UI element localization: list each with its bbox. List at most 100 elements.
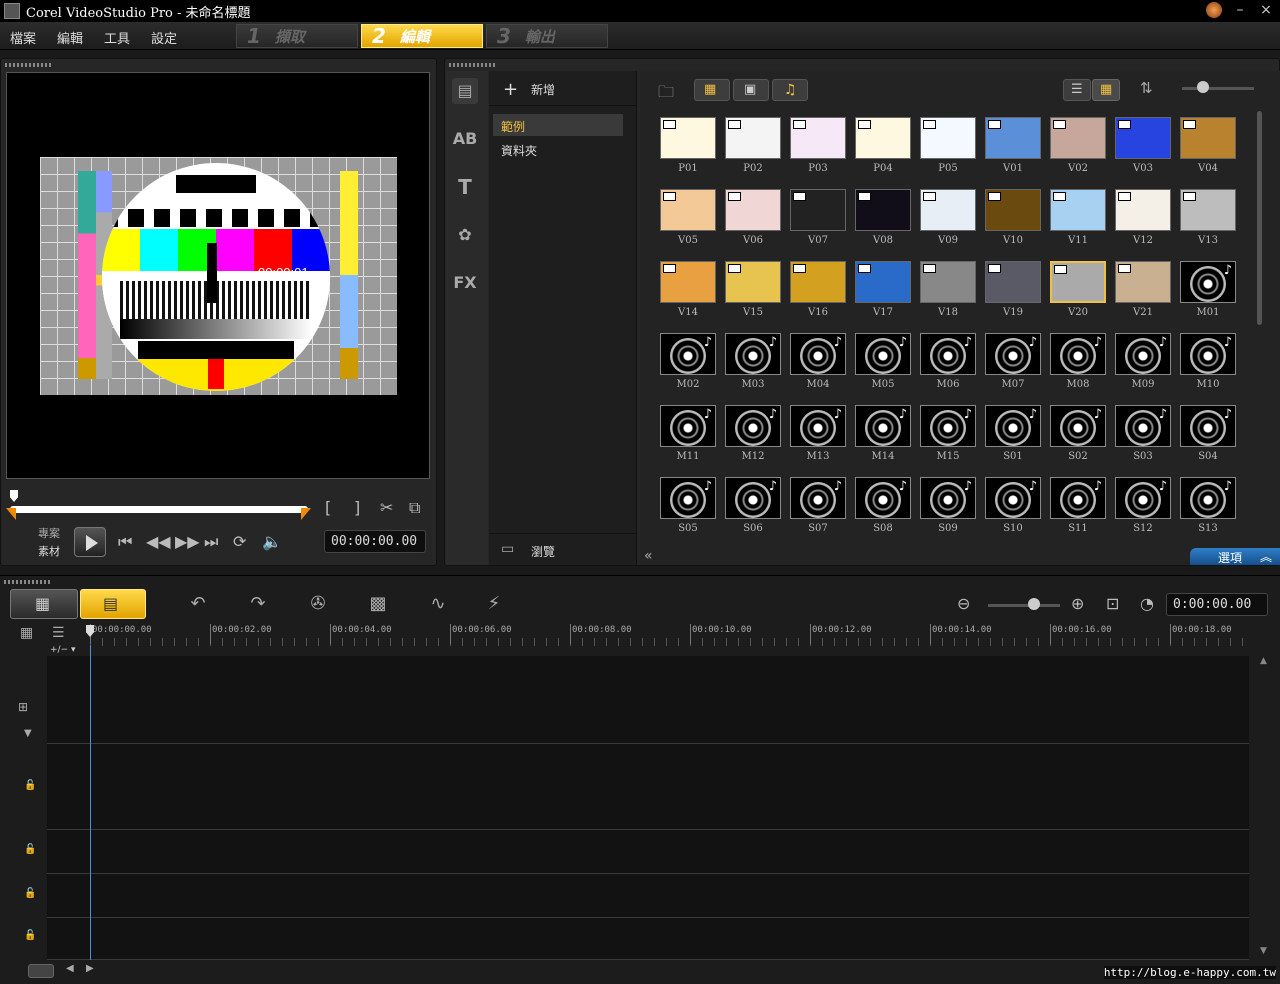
- voice-track[interactable]: [47, 874, 1249, 918]
- sort-icon[interactable]: ⇅: [1140, 79, 1153, 97]
- zoom-out-icon[interactable]: ⊖: [957, 594, 970, 613]
- lock-icon[interactable]: 🔓: [24, 888, 36, 899]
- home-icon[interactable]: ⏮: [118, 532, 132, 552]
- library-thumbnail[interactable]: [725, 117, 781, 159]
- menu-file[interactable]: 檔案: [10, 28, 36, 47]
- library-thumbnail[interactable]: ♪: [725, 405, 781, 447]
- lock-icon[interactable]: 🔓: [24, 930, 36, 941]
- library-thumbnail[interactable]: [855, 117, 911, 159]
- scissors-icon[interactable]: ✂: [380, 498, 393, 517]
- corel-guide-icon[interactable]: [1206, 2, 1222, 18]
- library-thumbnail[interactable]: ♪: [920, 333, 976, 375]
- browse-button[interactable]: 瀏覽: [531, 543, 555, 560]
- show-photo-button[interactable]: ▣: [733, 79, 769, 101]
- library-thumbnail[interactable]: ♪: [1115, 333, 1171, 375]
- library-thumbnail[interactable]: [1115, 117, 1171, 159]
- lock-icon[interactable]: 🔓: [24, 780, 36, 791]
- library-thumbnail[interactable]: [790, 117, 846, 159]
- library-thumbnail[interactable]: [790, 189, 846, 231]
- library-thumbnail[interactable]: [790, 261, 846, 303]
- library-thumbnail[interactable]: [1115, 189, 1171, 231]
- media-tab-icon[interactable]: ▤: [452, 78, 478, 104]
- step-share-tab[interactable]: 3 輸出: [486, 24, 608, 48]
- library-scrollbar[interactable]: [1257, 111, 1262, 325]
- library-thumbnail[interactable]: [985, 189, 1041, 231]
- thumbnail-view-button[interactable]: ▦: [1092, 79, 1120, 101]
- timeline-view-button[interactable]: ▤: [80, 589, 146, 619]
- library-thumbnail[interactable]: ♪: [1115, 405, 1171, 447]
- minimize-button[interactable]: –: [1232, 2, 1248, 18]
- folder-open-icon[interactable]: 🗀: [658, 81, 674, 108]
- panel-grip[interactable]: [5, 63, 51, 67]
- close-button[interactable]: ×: [1258, 2, 1274, 18]
- folder-item-folder[interactable]: 資料夾: [501, 142, 537, 159]
- menu-settings[interactable]: 設定: [151, 28, 177, 47]
- preview-timecode[interactable]: 00:00:00.00: [324, 530, 426, 553]
- storyboard-view-button[interactable]: ▦: [10, 589, 78, 619]
- scroll-down-icon[interactable]: ▼: [1260, 946, 1267, 956]
- thumb-size-slider-knob[interactable]: [1197, 81, 1209, 93]
- timeline-timecode[interactable]: 0:00:00.00: [1166, 593, 1268, 616]
- time-ruler[interactable]: [90, 638, 1250, 646]
- library-thumbnail[interactable]: [1180, 189, 1236, 231]
- zoom-slider[interactable]: [988, 604, 1060, 607]
- library-thumbnail[interactable]: [1050, 189, 1106, 231]
- library-thumbnail[interactable]: [660, 261, 716, 303]
- library-thumbnail[interactable]: ♪: [790, 405, 846, 447]
- library-thumbnail[interactable]: [855, 261, 911, 303]
- library-thumbnail[interactable]: ♪: [1050, 477, 1106, 519]
- list-view-button[interactable]: ☰: [1063, 79, 1091, 101]
- library-thumbnail[interactable]: ♪: [1180, 261, 1236, 303]
- zoom-slider-knob[interactable]: [1028, 598, 1040, 610]
- mark-in-button[interactable]: [: [325, 498, 331, 517]
- audio-mixer-icon[interactable]: ∿: [420, 590, 456, 618]
- auto-music-icon[interactable]: ⚡: [476, 590, 512, 618]
- library-thumbnail[interactable]: ♪: [1115, 477, 1171, 519]
- panel-grip[interactable]: [4, 580, 50, 584]
- library-thumbnail[interactable]: ♪: [985, 333, 1041, 375]
- library-thumbnail[interactable]: [985, 261, 1041, 303]
- title-tab[interactable]: T: [452, 174, 478, 200]
- library-thumbnail[interactable]: [1180, 117, 1236, 159]
- menu-tools[interactable]: 工具: [104, 28, 130, 47]
- play-button[interactable]: [74, 527, 106, 557]
- library-thumbnail[interactable]: ♪: [790, 477, 846, 519]
- library-thumbnail[interactable]: [660, 189, 716, 231]
- library-thumbnail[interactable]: ♪: [660, 477, 716, 519]
- library-thumbnail[interactable]: ♪: [855, 477, 911, 519]
- library-thumbnail[interactable]: [725, 189, 781, 231]
- transition-tab[interactable]: AB: [452, 126, 478, 152]
- browse-icon[interactable]: ▭: [501, 541, 514, 557]
- volume-icon[interactable]: 🔈: [262, 532, 282, 551]
- menu-edit[interactable]: 編輯: [57, 28, 83, 47]
- library-thumbnail[interactable]: [855, 189, 911, 231]
- scroll-up-icon[interactable]: ▲: [1260, 656, 1267, 666]
- library-thumbnail[interactable]: ♪: [920, 405, 976, 447]
- add-icon[interactable]: +: [503, 79, 518, 100]
- library-thumbnail[interactable]: [920, 189, 976, 231]
- enlarge-icon[interactable]: ⧉: [409, 498, 420, 518]
- scroll-right-icon[interactable]: ▶: [86, 963, 94, 974]
- library-thumbnail[interactable]: ♪: [985, 477, 1041, 519]
- library-thumbnail[interactable]: [920, 117, 976, 159]
- video-track[interactable]: [47, 656, 1249, 744]
- folder-item-samples[interactable]: 範例: [493, 114, 623, 136]
- library-thumbnail[interactable]: ♪: [725, 477, 781, 519]
- library-thumbnail[interactable]: ♪: [1180, 477, 1236, 519]
- add-folder-label[interactable]: 新增: [531, 81, 555, 98]
- collapse-library-icon[interactable]: «: [644, 548, 653, 564]
- library-thumbnail[interactable]: [660, 117, 716, 159]
- library-thumbnail[interactable]: ♪: [660, 333, 716, 375]
- redo-icon[interactable]: ↷: [240, 590, 276, 618]
- library-thumbnail[interactable]: ♪: [855, 333, 911, 375]
- add-remove-chapter-icon[interactable]: +/− ▾: [50, 645, 76, 655]
- library-thumbnail[interactable]: [725, 261, 781, 303]
- lock-icon[interactable]: 🔓: [24, 844, 36, 855]
- library-thumbnail[interactable]: [1050, 261, 1106, 303]
- library-thumbnail[interactable]: [1050, 117, 1106, 159]
- library-thumbnail[interactable]: [1115, 261, 1171, 303]
- end-icon[interactable]: ⏭: [204, 532, 218, 552]
- library-thumbnail[interactable]: ♪: [1050, 405, 1106, 447]
- fit-project-icon[interactable]: ⊡: [1106, 594, 1119, 613]
- filter-tab[interactable]: FX: [452, 270, 478, 296]
